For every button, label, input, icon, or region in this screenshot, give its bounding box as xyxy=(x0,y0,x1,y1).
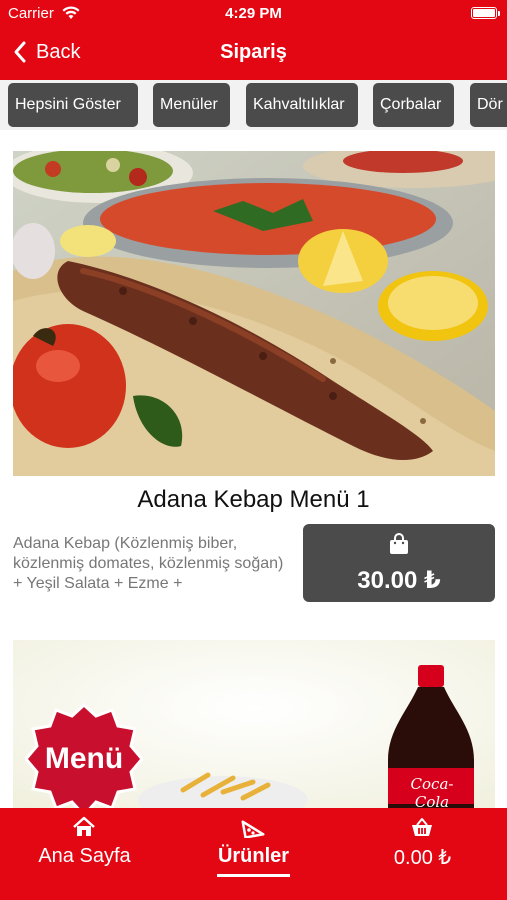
chevron-left-icon xyxy=(14,41,26,63)
kebab-plate-illustration xyxy=(13,151,495,476)
active-tab-indicator xyxy=(217,874,290,877)
category-tab-menus[interactable]: Menüler xyxy=(153,83,230,127)
category-tab-breakfast[interactable]: Kahvaltılıklar xyxy=(246,83,358,127)
tab-basket[interactable]: 0.00 ₺ xyxy=(338,808,507,900)
category-tab-all[interactable]: Hepsini Göster xyxy=(8,83,138,127)
shopping-bag-icon xyxy=(390,533,408,554)
nav-header: Carrier 4:29 PM Back Sipariş xyxy=(0,0,507,80)
product-price: 30.00 ₺ xyxy=(357,567,441,594)
tab-products[interactable]: Ürünler xyxy=(169,808,338,900)
tab-basket-total: 0.00 ₺ xyxy=(393,847,452,869)
add-to-cart-button[interactable]: 30.00 ₺ xyxy=(303,524,495,602)
bottle-brand-label: Coca-Cola xyxy=(410,775,454,810)
clock-label: 4:29 PM xyxy=(225,5,282,22)
basket-icon xyxy=(412,818,432,836)
product-name: Adana Kebap Menü 1 xyxy=(137,486,370,513)
category-tab-soups[interactable]: Çorbalar xyxy=(373,83,454,127)
category-tabs: Hepsini Göster Menüler Kahvaltılıklar Ço… xyxy=(0,80,507,130)
back-label: Back xyxy=(36,40,81,63)
tab-products-label: Ürünler xyxy=(217,845,290,867)
tab-home-label: Ana Sayfa xyxy=(38,845,131,867)
pizza-slice-icon xyxy=(241,820,265,838)
tab-home[interactable]: Ana Sayfa xyxy=(0,808,169,900)
product-image-2[interactable]: Menü Coca-Cola xyxy=(13,640,495,810)
product-description: Adana Kebap (Közlenmiş biber, közlenmiş … xyxy=(13,535,284,592)
menu-badge-label: Menü xyxy=(44,742,124,775)
product-image[interactable] xyxy=(13,151,495,476)
battery-icon xyxy=(471,7,500,19)
status-bar: Carrier 4:29 PM xyxy=(0,0,507,28)
category-tab-doner[interactable]: Dör xyxy=(470,83,507,127)
bottom-tab-bar: Ana Sayfa Ürünler 0.00 ₺ xyxy=(0,808,507,900)
back-button[interactable]: Back xyxy=(12,38,80,66)
home-icon xyxy=(73,816,95,836)
